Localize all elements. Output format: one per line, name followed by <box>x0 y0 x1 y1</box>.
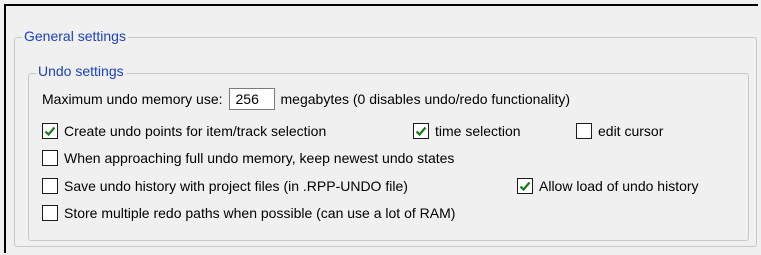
redo-paths-row: Store multiple redo paths when possible … <box>42 203 455 223</box>
edit-cursor-label: edit cursor <box>598 123 664 139</box>
allow-load-undo-checkbox[interactable] <box>517 178 533 194</box>
edit-cursor-row: edit cursor <box>576 121 663 141</box>
checkmark-icon <box>44 126 56 137</box>
create-undo-points-row: Create undo points for item/track select… <box>42 121 326 141</box>
max-undo-memory-row: Maximum undo memory use: 256 megabytes (… <box>42 88 571 110</box>
general-settings-title: General settings <box>22 28 128 44</box>
max-undo-memory-input[interactable]: 256 <box>228 88 275 110</box>
checkmark-icon <box>519 181 531 192</box>
edit-cursor-checkbox[interactable] <box>576 123 592 139</box>
checkmark-icon <box>415 126 427 137</box>
max-undo-memory-label: Maximum undo memory use: <box>42 91 223 107</box>
max-undo-memory-suffix: megabytes (0 disables undo/redo function… <box>280 91 571 107</box>
keep-newest-undo-row: When approaching full undo memory, keep … <box>42 148 454 168</box>
time-selection-checkbox[interactable] <box>413 123 429 139</box>
save-undo-history-checkbox[interactable] <box>42 178 58 194</box>
create-undo-points-label: Create undo points for item/track select… <box>64 123 327 139</box>
time-selection-label: time selection <box>435 123 521 139</box>
allow-load-undo-row: Allow load of undo history <box>517 176 699 196</box>
time-selection-row: time selection <box>413 121 521 141</box>
create-undo-points-checkbox[interactable] <box>42 123 58 139</box>
undo-settings-title: Undo settings <box>36 63 126 79</box>
redo-paths-label: Store multiple redo paths when possible … <box>64 205 456 221</box>
save-undo-history-label: Save undo history with project files (in… <box>64 178 408 194</box>
allow-load-undo-label: Allow load of undo history <box>539 178 699 194</box>
keep-newest-undo-label: When approaching full undo memory, keep … <box>64 150 455 166</box>
keep-newest-undo-checkbox[interactable] <box>42 150 58 166</box>
redo-paths-checkbox[interactable] <box>42 205 58 221</box>
save-undo-history-row: Save undo history with project files (in… <box>42 176 408 196</box>
